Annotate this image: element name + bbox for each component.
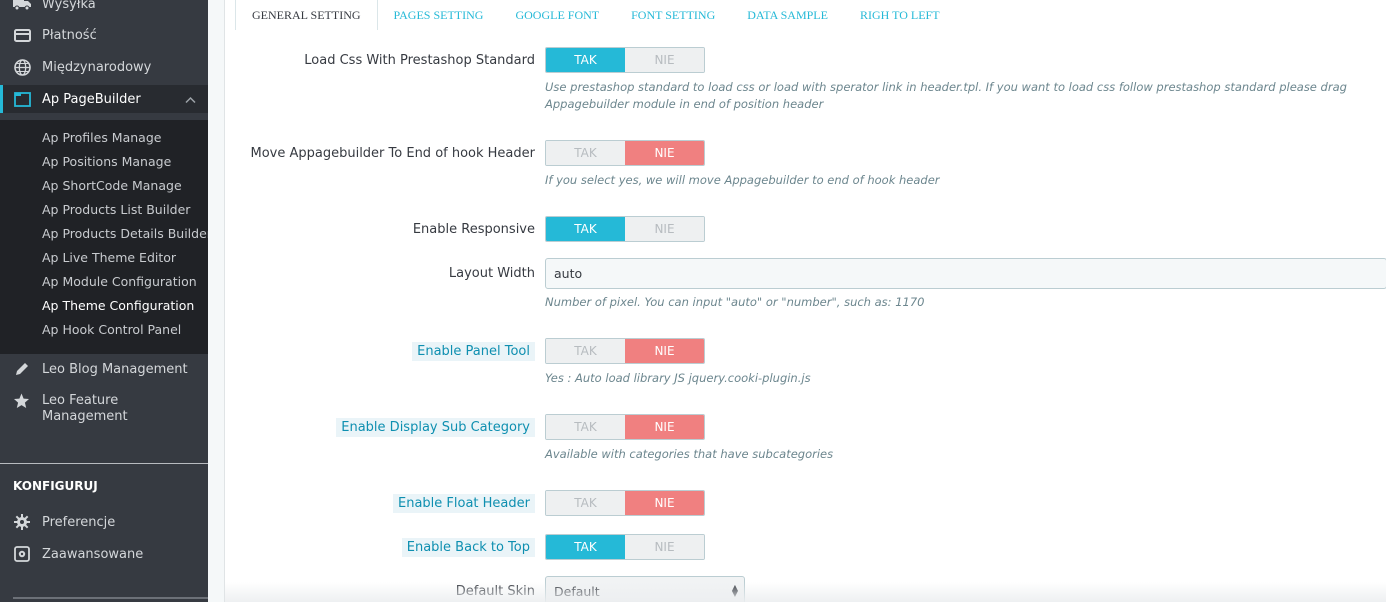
- sidebar-item-label: Zaawansowane: [42, 546, 144, 562]
- help-layout-width: Number of pixel. You can input "auto" or…: [545, 295, 925, 309]
- sidebar-item-international[interactable]: Międzynarodowy: [0, 53, 208, 81]
- sidebar-item-payment[interactable]: Płatność: [0, 21, 208, 49]
- label-back-to-top: Enable Back to Top: [401, 538, 535, 557]
- switch-yes[interactable]: TAK: [546, 491, 625, 515]
- chevron-up-icon[interactable]: [185, 93, 196, 108]
- float-header-switch[interactable]: TAK NIE: [545, 490, 705, 516]
- help-sub-category: Available with categories that have subc…: [545, 447, 834, 461]
- label-responsive: Enable Responsive: [412, 222, 535, 237]
- switch-no[interactable]: NIE: [625, 48, 704, 72]
- gear-icon: [13, 513, 31, 531]
- submenu-item-profiles[interactable]: Ap Profiles Manage: [42, 130, 161, 145]
- sidebar: Wysyłka Płatność Międzynarodowy Ap PageB…: [0, 0, 212, 602]
- switch-no[interactable]: NIE: [625, 141, 704, 165]
- label-sub-category: Enable Display Sub Category: [336, 418, 535, 437]
- sidebar-item-label-line1: Leo Feature: [42, 393, 119, 408]
- sidebar-item-label: Ap PageBuilder: [42, 91, 141, 107]
- help-load-css: Use prestashop standard to load css or l…: [545, 80, 1347, 111]
- sidebar-section-configure: KONFIGURUJ: [13, 479, 98, 493]
- tab-font-setting[interactable]: FONT SETTING: [615, 0, 731, 30]
- sidebar-item-preferences[interactable]: Preferencje: [0, 508, 208, 536]
- switch-yes[interactable]: TAK: [546, 415, 625, 439]
- sidebar-item-leo-feature[interactable]: Leo Feature Management: [13, 393, 128, 425]
- sidebar-bottom-divider: [13, 597, 208, 599]
- panel-tool-switch[interactable]: TAK NIE: [545, 338, 705, 364]
- submenu-item-products-list[interactable]: Ap Products List Builder: [42, 202, 190, 217]
- label-float-header: Enable Float Header: [393, 494, 535, 513]
- switch-yes[interactable]: TAK: [546, 217, 625, 241]
- switch-no[interactable]: NIE: [625, 535, 704, 559]
- default-skin-select[interactable]: Default ▲ ▼: [545, 576, 745, 602]
- submenu-item-products-details[interactable]: Ap Products Details Builder: [42, 226, 212, 241]
- switch-yes[interactable]: TAK: [546, 48, 625, 72]
- default-skin-value: Default: [554, 583, 600, 599]
- sub-category-switch[interactable]: TAK NIE: [545, 414, 705, 440]
- pencil-icon: [13, 360, 31, 378]
- sidebar-item-label: Międzynarodowy: [42, 59, 152, 75]
- switch-no[interactable]: NIE: [625, 491, 704, 515]
- sidebar-item-label: Leo Blog Management: [42, 361, 188, 377]
- sidebar-item-ap-pagebuilder[interactable]: Ap PageBuilder: [0, 85, 208, 113]
- help-move-header: If you select yes, we will move Appagebu…: [545, 173, 940, 187]
- submenu-item-shortcode[interactable]: Ap ShortCode Manage: [42, 178, 182, 193]
- move-header-switch[interactable]: TAK NIE: [545, 140, 705, 166]
- truck-icon: [13, 0, 31, 13]
- settings-panel: GENERAL SETTING PAGES SETTING GOOGLE FON…: [224, 0, 1386, 602]
- switch-no[interactable]: NIE: [625, 217, 704, 241]
- sidebar-item-leo-blog[interactable]: Leo Blog Management: [0, 355, 208, 383]
- label-move-header: Move Appagebuilder To End of hook Header: [250, 146, 535, 161]
- select-arrows-icon: ▲ ▼: [731, 583, 738, 598]
- switch-no[interactable]: NIE: [625, 415, 704, 439]
- star-icon: [13, 393, 31, 411]
- switch-no[interactable]: NIE: [625, 339, 704, 363]
- layout-width-input[interactable]: auto: [545, 258, 1386, 289]
- submenu-item-positions[interactable]: Ap Positions Manage: [42, 154, 171, 169]
- credit-card-icon: [13, 26, 31, 44]
- switch-yes[interactable]: TAK: [546, 141, 625, 165]
- sidebar-divider: [0, 463, 208, 464]
- back-to-top-switch[interactable]: TAK NIE: [545, 534, 705, 560]
- label-default-skin: Default Skin: [455, 584, 535, 599]
- advanced-settings-icon: [13, 545, 31, 563]
- label-layout-width: Layout Width: [448, 266, 535, 281]
- responsive-switch[interactable]: TAK NIE: [545, 216, 705, 242]
- submenu-item-module-configuration[interactable]: Ap Module Configuration: [42, 274, 197, 289]
- submenu-item-live-theme-editor[interactable]: Ap Live Theme Editor: [42, 250, 176, 265]
- tab-right-to-left[interactable]: RIGH TO LEFT: [844, 0, 956, 30]
- sidebar-item-label-line2: Management: [42, 409, 128, 424]
- sidebar-item-label: Płatność: [42, 27, 97, 43]
- sidebar-item-label: Preferencje: [42, 514, 116, 530]
- help-panel-tool: Yes : Auto load library JS jquery.cooki-…: [545, 371, 811, 385]
- sidebar-item-advanced[interactable]: Zaawansowane: [0, 540, 208, 568]
- submenu-item-hook-control-panel[interactable]: Ap Hook Control Panel: [42, 322, 181, 337]
- globe-icon: [13, 58, 31, 76]
- tab-data-sample[interactable]: DATA SAMPLE: [731, 0, 844, 30]
- load-css-switch[interactable]: TAK NIE: [545, 47, 705, 73]
- submenu-item-theme-configuration[interactable]: Ap Theme Configuration: [42, 298, 194, 313]
- label-load-css: Load Css With Prestashop Standard: [304, 53, 535, 68]
- label-panel-tool: Enable Panel Tool: [412, 342, 535, 361]
- switch-yes[interactable]: TAK: [546, 535, 625, 559]
- sidebar-item-shipping[interactable]: Wysyłka: [0, 0, 208, 18]
- browser-window-icon: [13, 90, 31, 108]
- switch-yes[interactable]: TAK: [546, 339, 625, 363]
- sidebar-item-label: Wysyłka: [42, 0, 96, 12]
- main-content: GENERAL SETTING PAGES SETTING GOOGLE FON…: [208, 0, 1386, 602]
- label-column: Load Css With Prestashop Standard Move A…: [241, 0, 535, 602]
